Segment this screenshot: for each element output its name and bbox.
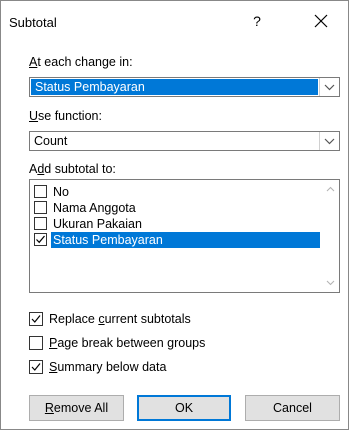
summary-below-checkbox[interactable] bbox=[29, 360, 43, 374]
list-item-nama-anggota[interactable]: Nama Anggota bbox=[32, 200, 320, 216]
change-in-label: At each change in: bbox=[29, 55, 133, 69]
list-item-no[interactable]: No bbox=[32, 184, 320, 200]
subtotal-dialog: Subtotal ? At each change in: Status Pem… bbox=[0, 0, 349, 430]
page-break-checkbox[interactable] bbox=[29, 336, 43, 350]
use-function-label: Use function: bbox=[29, 109, 102, 123]
use-function-combo[interactable]: Count bbox=[29, 131, 340, 151]
help-button[interactable]: ? bbox=[247, 11, 267, 31]
list-item-status-pembayaran[interactable]: Status Pembayaran bbox=[32, 232, 320, 248]
list-item-checkbox[interactable] bbox=[34, 185, 47, 198]
replace-subtotals-checkbox[interactable] bbox=[29, 312, 43, 326]
list-item-checkbox[interactable] bbox=[34, 217, 47, 230]
replace-subtotals-label: Replace current subtotals bbox=[49, 312, 191, 326]
scroll-up-icon[interactable] bbox=[322, 182, 339, 196]
change-in-dropdown-button[interactable] bbox=[319, 78, 339, 96]
list-item-ukuran-pakaian[interactable]: Ukuran Pakaian bbox=[32, 216, 320, 232]
list-item-label: Status Pembayaran bbox=[51, 232, 320, 248]
add-subtotal-list[interactable]: No Nama Anggota Ukuran Pakaian Status Pe… bbox=[29, 179, 340, 293]
remove-all-button[interactable]: Remove All bbox=[29, 395, 124, 421]
cancel-button[interactable]: Cancel bbox=[245, 395, 340, 421]
dialog-title: Subtotal bbox=[9, 15, 57, 30]
list-item-label: Ukuran Pakaian bbox=[53, 217, 142, 231]
checkmark-icon bbox=[31, 363, 41, 371]
chevron-down-icon bbox=[324, 84, 335, 91]
list-item-label: Nama Anggota bbox=[53, 201, 136, 215]
add-subtotal-label: Add subtotal to: bbox=[29, 162, 116, 176]
checkmark-icon bbox=[31, 315, 41, 323]
ok-button[interactable]: OK bbox=[137, 395, 231, 421]
chevron-down-icon bbox=[324, 138, 335, 145]
list-item-checkbox-checked[interactable] bbox=[34, 233, 47, 246]
checkmark-icon bbox=[36, 235, 45, 244]
list-item-checkbox[interactable] bbox=[34, 201, 47, 214]
page-break-label: Page break between groups bbox=[49, 336, 206, 350]
close-icon bbox=[314, 14, 328, 28]
list-item-label: No bbox=[53, 185, 69, 199]
use-function-value: Count bbox=[34, 134, 68, 148]
scroll-down-icon[interactable] bbox=[322, 276, 339, 290]
change-in-value: Status Pembayaran bbox=[31, 79, 318, 95]
list-scrollbar[interactable] bbox=[322, 180, 339, 292]
close-button[interactable] bbox=[309, 9, 333, 33]
summary-below-label: Summary below data bbox=[49, 360, 167, 374]
change-in-combo[interactable]: Status Pembayaran bbox=[29, 77, 340, 97]
use-function-dropdown-button[interactable] bbox=[319, 132, 339, 150]
